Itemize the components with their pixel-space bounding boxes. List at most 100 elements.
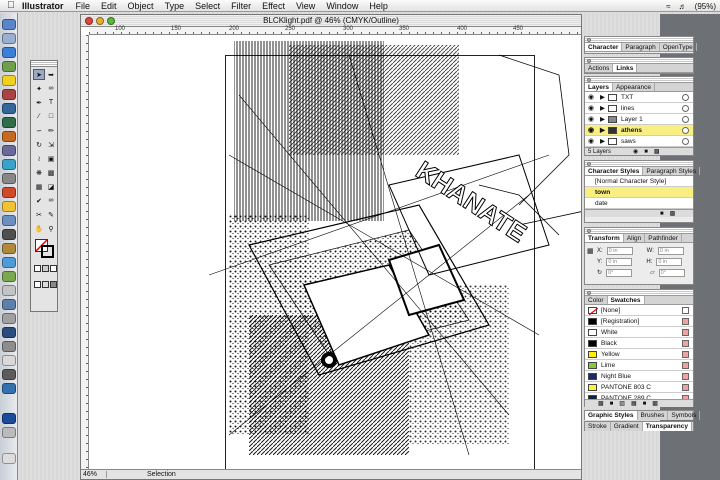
full-screen-mode-icon[interactable]	[50, 281, 57, 288]
close-icon[interactable]	[587, 291, 591, 295]
eye-icon[interactable]: ◉	[588, 93, 596, 101]
full-screen-menu-mode-icon[interactable]	[42, 281, 49, 288]
pen-tool-icon[interactable]: ✒	[33, 97, 45, 108]
browser-icon[interactable]	[2, 47, 16, 58]
zoom-level[interactable]: 46%	[81, 471, 107, 478]
menu-filter[interactable]: Filter	[231, 1, 251, 11]
close-icon[interactable]	[587, 229, 591, 233]
swatch-row[interactable]: Night Blue	[585, 371, 693, 382]
rotate-tool-icon[interactable]: ↻	[33, 139, 45, 150]
menu-help[interactable]: Help	[369, 1, 388, 11]
tab-pathfinder[interactable]: Pathfinder	[645, 234, 682, 242]
horizontal-ruler[interactable]: 100 150 200 250 300 350 400 450	[89, 26, 581, 35]
volume-icon[interactable]: ♬	[679, 2, 687, 11]
style-row-selected[interactable]: town	[585, 187, 693, 198]
finder-icon[interactable]	[2, 19, 16, 30]
gradient-mode-icon[interactable]	[42, 265, 49, 272]
mesh-tool-icon[interactable]: ▦	[33, 181, 45, 192]
selection-tool-icon[interactable]: ➤	[33, 69, 45, 80]
app-icon[interactable]	[2, 369, 16, 380]
swatch-row[interactable]: [Registration]	[585, 316, 693, 327]
swatch-row[interactable]: [None]	[585, 305, 693, 316]
expand-arrow-icon[interactable]: ▶	[600, 126, 605, 134]
tab-symbols[interactable]: Symbols	[668, 411, 701, 420]
tab-links[interactable]: Links	[613, 64, 638, 72]
tab-gradient[interactable]: Gradient	[611, 422, 643, 431]
tab-paragraph[interactable]: Paragraph	[622, 43, 660, 51]
window-titlebar[interactable]: BLCKlight.pdf @ 46% (CMYK/Outline)	[81, 15, 581, 27]
app-menu[interactable]: Illustrator	[22, 1, 64, 11]
show-gradient-swatches-icon[interactable]: ▧	[619, 400, 625, 407]
hand-tool-icon[interactable]: ✋	[33, 223, 45, 234]
close-icon[interactable]	[587, 38, 591, 42]
expand-arrow-icon[interactable]: ▶	[600, 104, 605, 112]
warp-tool-icon[interactable]: ≀	[33, 153, 45, 164]
style-row[interactable]: date	[585, 198, 693, 209]
eye-icon[interactable]: ◉	[588, 126, 596, 134]
app-icon[interactable]	[2, 413, 16, 424]
type-tool-icon[interactable]: T	[45, 97, 57, 108]
panel-titlebar[interactable]	[585, 161, 693, 167]
layer-row-selected[interactable]: ◉ ▶ athens	[585, 125, 693, 136]
app-icon[interactable]	[2, 131, 16, 142]
folder-icon[interactable]	[2, 201, 16, 212]
paintbrush-tool-icon[interactable]: ∽	[33, 125, 45, 136]
show-all-swatches-icon[interactable]: ▩	[598, 400, 604, 407]
x-field[interactable]: 0 in	[606, 246, 633, 255]
toolbox-titlebar[interactable]	[31, 61, 57, 67]
trash-icon[interactable]: ▩	[652, 400, 658, 407]
panel-titlebar[interactable]	[585, 290, 693, 296]
panel-titlebar[interactable]	[585, 58, 693, 64]
app-icon[interactable]	[2, 313, 16, 324]
layer-row[interactable]: ◉ ▶ lines	[585, 103, 693, 114]
free-transform-tool-icon[interactable]: ▣	[45, 153, 57, 164]
expand-arrow-icon[interactable]: ▶	[600, 93, 605, 101]
direct-selection-tool-icon[interactable]: ➥	[45, 69, 57, 80]
tab-transparency[interactable]: Transparency	[642, 422, 693, 431]
new-swatch-icon[interactable]: ■	[643, 401, 647, 407]
standard-screen-mode-icon[interactable]	[34, 281, 41, 288]
target-icon[interactable]	[682, 94, 689, 101]
show-pattern-swatches-icon[interactable]: ▦	[631, 400, 637, 407]
app-icon[interactable]	[2, 117, 16, 128]
swatch-row[interactable]: Yellow	[585, 349, 693, 360]
swatch-row[interactable]: White	[585, 327, 693, 338]
app-icon[interactable]	[2, 103, 16, 114]
wifi-icon[interactable]: ≈	[666, 2, 670, 11]
menu-type[interactable]: Type	[165, 1, 185, 11]
menu-effect[interactable]: Effect	[262, 1, 285, 11]
app-icon[interactable]	[2, 33, 16, 44]
target-icon[interactable]	[682, 127, 689, 134]
close-icon[interactable]	[587, 78, 591, 82]
graph-tool-icon[interactable]: ▩	[45, 167, 57, 178]
blend-tool-icon[interactable]: ∞	[45, 195, 57, 206]
trash-icon[interactable]: ▩	[670, 210, 676, 217]
canvas[interactable]: KHANATE	[89, 35, 581, 469]
h-field[interactable]: 0 in	[656, 257, 683, 266]
battery-status[interactable]: (95%)	[695, 2, 716, 11]
tab-opentype[interactable]: OpenType	[660, 43, 697, 51]
trash-icon[interactable]	[2, 453, 16, 464]
app-icon[interactable]	[2, 145, 16, 156]
eyedropper-tool-icon[interactable]: ✔	[33, 195, 45, 206]
fill-color-swatch[interactable]	[41, 245, 54, 258]
swatch-row[interactable]: Lime	[585, 360, 693, 371]
menu-object[interactable]: Object	[128, 1, 154, 11]
pencil-tool-icon[interactable]: ✏	[45, 125, 57, 136]
app-icon[interactable]	[2, 243, 16, 254]
menu-window[interactable]: Window	[326, 1, 358, 11]
app-icon[interactable]	[2, 271, 16, 282]
swatch-row[interactable]: Black	[585, 338, 693, 349]
app-icon[interactable]	[2, 299, 16, 310]
menu-view[interactable]: View	[296, 1, 315, 11]
minimize-icon[interactable]	[96, 17, 104, 25]
status-mode[interactable]: Selection	[147, 471, 176, 478]
app-icon[interactable]	[2, 285, 16, 296]
rotate-field[interactable]: 0°	[606, 268, 633, 277]
target-icon[interactable]	[682, 105, 689, 112]
apple-menu-icon[interactable]: 	[0, 0, 22, 11]
swatch-row[interactable]: PANTONE 289 C	[585, 393, 693, 399]
tab-character[interactable]: Character	[585, 43, 623, 51]
slice-tool-icon[interactable]: ✎	[45, 209, 57, 220]
menu-edit[interactable]: Edit	[101, 1, 117, 11]
